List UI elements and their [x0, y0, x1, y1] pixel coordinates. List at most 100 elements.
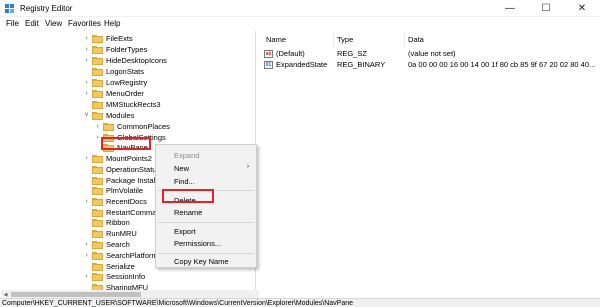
column-header-name[interactable]: Name — [266, 35, 286, 44]
expand-arrow-icon[interactable]: › — [83, 55, 90, 66]
tree-item[interactable]: MMStuckRects3 — [83, 99, 161, 110]
tree-item[interactable]: › MountPoints2 — [83, 153, 152, 164]
tree-item-label: MountPoints2 — [106, 154, 152, 163]
menu-item-label: Rename — [174, 208, 203, 217]
menu-edit[interactable]: Edit — [25, 19, 39, 28]
folder-icon — [103, 122, 114, 131]
tree-item[interactable]: › LowRegistry — [83, 77, 147, 88]
column-divider[interactable] — [404, 33, 405, 46]
menu-file[interactable]: File — [6, 19, 19, 28]
menu-help[interactable]: Help — [104, 19, 120, 28]
ctx-find-item[interactable]: Find... — [174, 177, 254, 186]
expand-arrow-icon[interactable]: › — [94, 121, 101, 132]
folder-icon — [92, 89, 103, 98]
value-type: REG_BINARY — [337, 60, 386, 69]
collapse-arrow-icon[interactable]: ˅ — [83, 110, 90, 121]
menu-separator — [158, 253, 254, 254]
menu-separator — [158, 222, 254, 223]
menu-favorites[interactable]: Favorites — [68, 19, 101, 28]
menu-bar: File Edit View Favorites Help — [0, 17, 600, 30]
tree-item-label: PlmVolatile — [106, 186, 144, 195]
tree-item[interactable]: › CommonPlaces — [94, 121, 170, 132]
folder-icon — [92, 251, 103, 260]
tree-item[interactable]: LogonStats — [83, 66, 144, 77]
tree-item-label: SessionInfo — [106, 272, 146, 281]
binary-value-icon: 01 — [264, 60, 273, 69]
scroll-thumb[interactable] — [11, 292, 141, 297]
tree-item[interactable]: ˅ Modules — [83, 110, 134, 121]
tree-item-label: LogonStats — [106, 67, 144, 76]
expand-arrow-icon[interactable]: › — [83, 153, 90, 164]
folder-icon — [92, 45, 103, 54]
tree-item-label: Modules — [106, 111, 135, 120]
value-data: 0a 00 00 00 16 00 14 00 1f 80 cb 85 9f 6… — [408, 60, 596, 69]
ctx-permissions-item[interactable]: Permissions... — [174, 239, 254, 248]
expand-arrow-icon[interactable]: › — [83, 44, 90, 55]
folder-icon — [92, 56, 103, 65]
tree-item[interactable]: › MenuOrder — [83, 88, 144, 99]
expand-arrow-icon[interactable]: › — [83, 271, 90, 282]
tree-item[interactable]: Ribbon — [83, 217, 130, 228]
folder-icon — [92, 197, 103, 206]
expand-arrow-icon[interactable]: › — [83, 239, 90, 250]
folder-icon — [92, 100, 103, 109]
tree-item-label: MMStuckRects3 — [106, 100, 161, 109]
maximize-button[interactable]: ☐ — [528, 0, 564, 17]
menu-item-label: Expand — [174, 151, 200, 160]
delete-highlight-box — [162, 189, 214, 203]
tree-item[interactable]: › FileExts — [83, 33, 132, 44]
expand-arrow-icon[interactable]: › — [83, 250, 90, 261]
folder-icon — [92, 208, 103, 217]
tree-item-label: Ribbon — [106, 218, 130, 227]
tree-item[interactable]: RunMRU — [83, 228, 137, 239]
folder-icon — [92, 165, 103, 174]
tree-item[interactable]: SharingMFU — [83, 282, 148, 290]
value-row[interactable]: ab (Default) REG_SZ (value not set) — [264, 48, 598, 59]
expand-arrow-icon[interactable]: › — [83, 196, 90, 207]
column-header-type[interactable]: Type — [337, 35, 353, 44]
ctx-new-item[interactable]: New › — [174, 164, 254, 173]
folder-icon — [92, 240, 103, 249]
folder-icon — [92, 186, 103, 195]
value-name: ExpandedState — [276, 60, 328, 69]
navpane-highlight-box — [101, 137, 151, 150]
tree-item[interactable]: › Search — [83, 239, 129, 250]
ctx-export-item[interactable]: Export — [174, 227, 254, 236]
expand-arrow-icon[interactable]: › — [83, 88, 90, 99]
column-divider[interactable] — [333, 33, 334, 46]
window-title: Registry Editor — [20, 4, 73, 13]
tree-item[interactable]: › SessionInfo — [83, 271, 145, 282]
status-bar: Computer\HKEY_CURRENT_USER\SOFTWARE\Micr… — [0, 298, 600, 307]
tree-item[interactable]: › SearchPlatform — [83, 250, 157, 261]
folder-icon — [92, 272, 103, 281]
value-row[interactable]: 01 ExpandedState REG_BINARY 0a 00 00 00 16 … — [264, 59, 598, 70]
expand-arrow-icon[interactable]: › — [83, 77, 90, 88]
values-list[interactable]: Name Type Data ab (Default) REG_SZ (value n… — [260, 31, 600, 290]
tree-item-label: RestartComma — [106, 208, 157, 217]
close-button[interactable]: ✕ — [564, 0, 600, 17]
tree-item[interactable]: › FolderTypes — [83, 44, 147, 55]
menu-item-label: New — [174, 164, 190, 173]
ctx-rename-item[interactable]: Rename — [174, 208, 254, 217]
menu-view[interactable]: View — [45, 19, 62, 28]
folder-icon — [92, 34, 103, 43]
tree-item-label: HideDesktopIcons — [106, 56, 167, 65]
folder-icon — [92, 176, 103, 185]
menu-item-label: Export — [174, 227, 196, 236]
expand-arrow-icon[interactable]: › — [83, 33, 90, 44]
tree-item[interactable]: › RecentDocs — [83, 196, 147, 207]
tree-item[interactable]: OperationStatu — [83, 164, 156, 175]
tree-item-label: CommonPlaces — [117, 122, 170, 131]
title-bar: Registry Editor — ☐ ✕ — [0, 0, 600, 17]
tree-item-label: SharingMFU — [106, 283, 149, 290]
tree-item[interactable]: › HideDesktopIcons — [83, 55, 167, 66]
minimize-button[interactable]: — — [492, 0, 528, 17]
tree-item[interactable]: PlmVolatile — [83, 185, 143, 196]
column-header-data[interactable]: Data — [408, 35, 424, 44]
ctx-copy-key-name-item[interactable]: Copy Key Name — [174, 257, 254, 266]
